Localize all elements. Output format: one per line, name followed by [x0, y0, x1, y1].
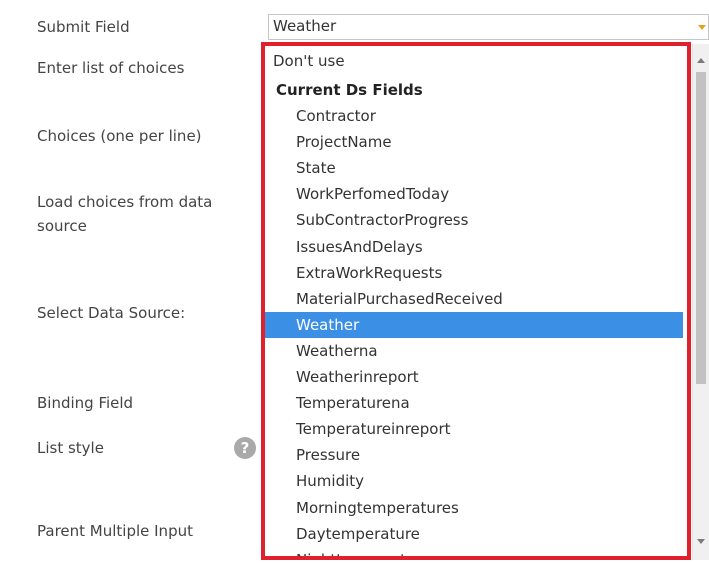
chevron-down-icon[interactable]	[698, 25, 706, 30]
option-field[interactable]: MaterialPurchasedReceived	[265, 286, 683, 312]
option-field[interactable]: State	[265, 155, 683, 181]
list-style-label: List style	[37, 439, 104, 457]
select-data-source-label: Select Data Source:	[37, 304, 186, 322]
help-icon[interactable]: ?	[234, 437, 256, 459]
binding-field-label: Binding Field	[37, 394, 134, 412]
dropdown-scrollbar[interactable]	[692, 44, 709, 560]
scroll-up-icon[interactable]	[697, 58, 705, 63]
submit-field-select[interactable]: Weather	[268, 14, 709, 40]
select-value: Weather	[273, 17, 337, 35]
option-field[interactable]: Temperaturena	[265, 390, 683, 416]
option-field[interactable]: ExtraWorkRequests	[265, 260, 683, 286]
option-field[interactable]: Weatherna	[265, 338, 683, 364]
option-field[interactable]: Nighttemperature	[265, 547, 683, 556]
field-dropdown-list[interactable]: Don't use Current Ds Fields Contractor Pr…	[261, 42, 691, 560]
option-field[interactable]: ProjectName	[265, 129, 683, 155]
option-field[interactable]: Pressure	[265, 442, 683, 468]
enter-list-label: Enter list of choices	[37, 59, 185, 77]
option-dont-use[interactable]: Don't use	[273, 50, 687, 72]
load-choices-label-line1: Load choices from data	[37, 193, 213, 211]
choices-label: Choices (one per line)	[37, 127, 202, 145]
submit-field-label: Submit Field	[37, 18, 130, 36]
option-field[interactable]: Morningtemperatures	[265, 495, 683, 521]
option-field[interactable]: SubContractorProgress	[265, 207, 683, 233]
option-field[interactable]: Temperatureinreport	[265, 416, 683, 442]
option-field[interactable]: WorkPerfomedToday	[265, 181, 683, 207]
option-field[interactable]: Weather	[265, 312, 683, 338]
option-field[interactable]: Daytemperature	[265, 521, 683, 547]
option-group-label: Current Ds Fields	[276, 81, 423, 99]
scroll-down-icon[interactable]	[697, 539, 705, 544]
option-field[interactable]: Contractor	[265, 103, 683, 129]
option-field[interactable]: Weatherinreport	[265, 364, 683, 390]
scroll-thumb[interactable]	[696, 72, 706, 384]
load-choices-label-line2: source	[37, 217, 87, 235]
parent-multiple-input-label: Parent Multiple Input	[37, 522, 193, 540]
option-field[interactable]: IssuesAndDelays	[265, 234, 683, 260]
option-field[interactable]: Humidity	[265, 468, 683, 494]
